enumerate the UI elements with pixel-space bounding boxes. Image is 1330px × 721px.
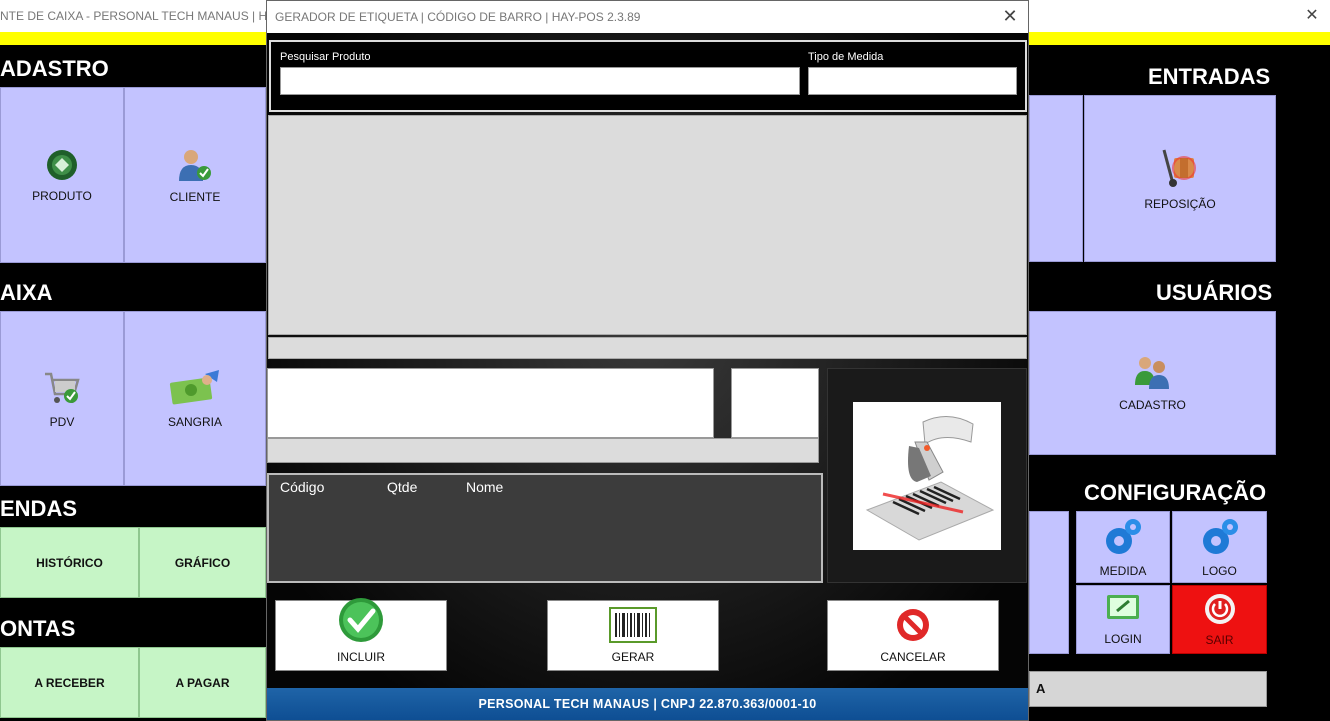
medida-label: MEDIDA [1099,563,1147,578]
historico-label: HISTÓRICO [36,555,103,570]
label-generator-dialog: GERADOR DE ETIQUETA | CÓDIGO DE BARRO | … [266,0,1029,721]
gears-icon [1198,517,1242,560]
product-info-strip [267,438,819,463]
grafico-label: GRÁFICO [174,555,231,570]
gerar-label: GERAR [611,650,655,664]
login-icon [1105,593,1141,628]
power-icon [1203,592,1237,629]
column-header-qtde: Qtde [387,479,418,495]
search-input[interactable] [280,67,800,95]
shopping-cart-icon [42,368,82,411]
cadastro-usuarios-label: CADASTRO [1119,397,1186,412]
cliente-button[interactable]: CLIENTE [124,87,266,263]
main-close-icon[interactable]: ✕ [1298,0,1326,32]
desktop: NTE DE CAIXA - PERSONAL TECH MANAUS | HA… [0,0,1330,721]
label-list[interactable]: Código Qtde Nome [267,473,823,583]
pdv-button[interactable]: PDV [0,311,124,486]
sair-button[interactable]: SAIR [1172,585,1267,654]
a-receber-label: A RECEBER [34,675,105,690]
config-tile-partial[interactable] [1029,511,1069,654]
search-label: Pesquisar Produto [280,51,371,63]
cliente-icon [177,147,213,186]
pdv-label: PDV [49,415,75,429]
logo-label: LOGO [1202,563,1237,578]
column-header-codigo: Código [280,479,325,495]
users-icon [1133,355,1173,394]
bottom-right-bar[interactable]: A [1029,671,1267,707]
barcode-scanner-icon [853,402,1001,550]
dialog-footer: PERSONAL TECH MANAUS | CNPJ 22.870.363/0… [267,688,1028,720]
produto-button[interactable]: PRODUTO [0,87,124,263]
section-title-entradas: ENTRADAS [1148,64,1271,89]
search-results-grid[interactable] [268,115,1027,335]
produto-label: PRODUTO [32,188,92,203]
section-title-usuarios: USUÁRIOS [1156,280,1273,305]
reposicao-button[interactable]: REPOSIÇÃO [1084,95,1276,262]
status-strip [268,337,1027,359]
grafico-button[interactable]: GRÁFICO [139,527,266,598]
footer-company: PERSONAL TECH MANAUS | CNPJ 22.870.363/0… [478,697,817,711]
medida-button[interactable]: MEDIDA [1076,511,1170,583]
main-window-title: NTE DE CAIXA - PERSONAL TECH MANAUS | HA… [0,9,286,23]
gerar-button[interactable]: GERAR [547,600,719,671]
section-title-cadastro: ADASTRO [0,56,109,81]
a-pagar-label: A PAGAR [175,675,230,690]
cancelar-label: CANCELAR [880,650,946,664]
produto-icon [45,148,79,185]
search-panel: Pesquisar Produto Tipo de Medida [269,40,1027,112]
dialog-title: GERADOR DE ETIQUETA | CÓDIGO DE BARRO | … [275,10,641,24]
entradas-tile-partial[interactable] [1029,95,1083,262]
a-pagar-button[interactable]: A PAGAR [139,647,266,718]
money-icon [167,368,223,411]
measure-label: Tipo de Medida [808,51,884,63]
historico-button[interactable]: HISTÓRICO [0,527,139,598]
sangria-button[interactable]: SANGRIA [124,311,266,486]
cancel-icon [895,607,931,646]
dialog-titlebar: GERADOR DE ETIQUETA | CÓDIGO DE BARRO | … [267,1,1028,33]
column-header-nome: Nome [466,479,504,495]
a-receber-button[interactable]: A RECEBER [0,647,139,718]
section-title-configuracao: CONFIGURAÇÃO [1084,480,1267,505]
login-button[interactable]: LOGIN [1076,585,1170,654]
quantity-field[interactable] [731,368,819,438]
check-icon [338,597,384,646]
barcode-icon [609,607,657,646]
preview-panel [827,368,1027,583]
gears-icon [1101,517,1145,560]
cliente-label: CLIENTE [169,189,221,204]
section-title-caixa: AIXA [0,280,53,305]
measure-input[interactable] [808,67,1017,95]
incluir-label: INCLUIR [336,650,385,664]
section-title-contas: ONTAS [0,616,76,641]
dialog-close-icon[interactable]: ✕ [998,1,1022,33]
cancelar-button[interactable]: CANCELAR [827,600,999,671]
section-title-vendas: ENDAS [0,496,78,521]
logo-button[interactable]: LOGO [1172,511,1267,583]
sair-label: SAIR [1205,633,1234,647]
reposicao-label: REPOSIÇÃO [1144,197,1216,211]
incluir-button[interactable]: INCLUIR [275,597,447,671]
bottom-right-bar-label: A [1036,681,1046,696]
login-label: LOGIN [1104,632,1142,646]
sangria-label: SANGRIA [167,415,222,429]
product-name-field[interactable] [267,368,714,438]
hand-truck-icon [1158,146,1202,193]
cadastro-usuarios-button[interactable]: CADASTRO [1029,311,1276,455]
